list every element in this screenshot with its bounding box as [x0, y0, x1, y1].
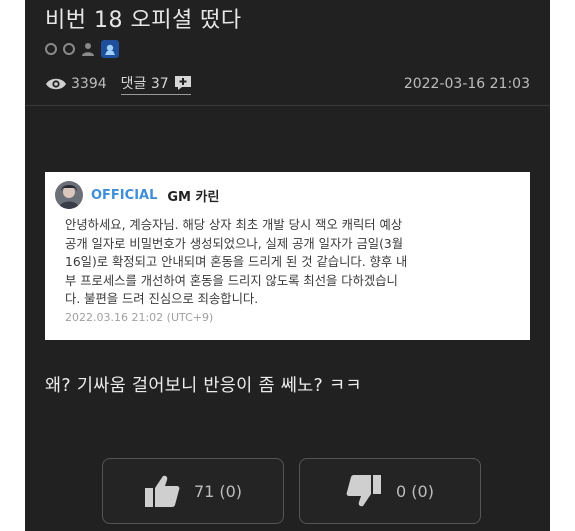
comments-link[interactable]: 댓글 37: [120, 73, 191, 95]
view-count: 3394: [71, 76, 107, 92]
eye-icon: [46, 78, 66, 90]
ring-icon: [63, 43, 75, 55]
author-meta: [45, 40, 119, 58]
post-stats: 3394 댓글 37 2022-03-16 21:03: [45, 73, 530, 95]
dislike-button[interactable]: 0 (0): [299, 458, 481, 524]
notice-timestamp: 2022.03.16 21:02 (UTC+9): [65, 310, 214, 324]
level-badge-icon: [101, 40, 119, 58]
official-label: OFFICIAL: [91, 187, 158, 203]
ring-icon: [45, 43, 57, 55]
comment-plus-icon: [174, 76, 191, 90]
divider: [25, 105, 550, 106]
like-button[interactable]: 71 (0): [102, 458, 284, 524]
like-count: 71 (0): [193, 481, 243, 501]
post-panel: 비번 18 오피셜 떴다 3394 댓글 37 2022-03-16 21:03…: [25, 0, 550, 531]
dislike-count: 0 (0): [396, 481, 434, 501]
official-notice-image: OFFICIAL GM 카린 안녕하세요, 계승자님. 해당 상자 최초 개발 …: [45, 172, 530, 340]
post-title: 비번 18 오피셜 떴다: [45, 8, 242, 33]
post-body-text: 왜? 기싸움 걸어보니 반응이 좀 쎄노? ㅋㅋ: [45, 376, 362, 396]
comments-label: 댓글 37: [120, 76, 169, 92]
notice-body: 안녕하세요, 계승자님. 해당 상자 최초 개발 당시 잭오 캐릭터 예상 공개…: [65, 218, 408, 306]
thumbs-down-icon: [346, 475, 382, 507]
thumbs-up-icon: [144, 475, 180, 507]
person-icon: [82, 43, 94, 56]
avatar: [55, 181, 83, 209]
notice-header: OFFICIAL GM 카린: [55, 180, 520, 210]
post-date: 2022-03-16 21:03: [403, 76, 530, 92]
notice-author: GM 카린: [167, 189, 220, 205]
